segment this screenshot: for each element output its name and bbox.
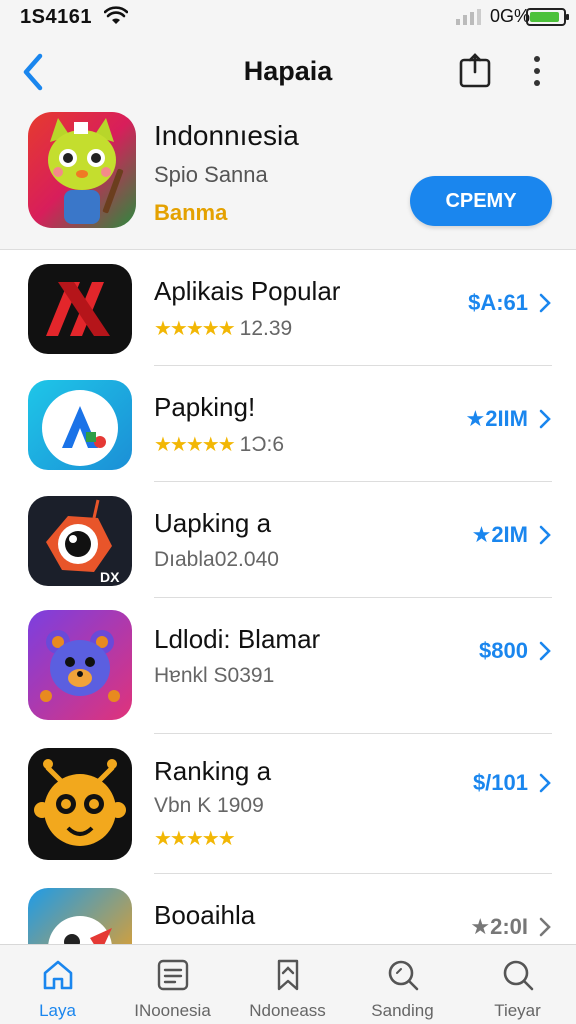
app-rating-count: 12.39 [239, 317, 293, 340]
tab-bookmark[interactable]: Ndoneass [230, 945, 345, 1024]
app-list: Aplikais Popular ★★★★★ 12.39 $A:61 Papkin… [0, 250, 576, 944]
cat-mascot-app-icon [28, 112, 136, 228]
rating-stars: ★★★★★ [154, 434, 236, 456]
chevron-right-icon [539, 773, 551, 793]
get-button[interactable]: CPEMY [410, 176, 552, 226]
list-item[interactable]: DX Uapking a Dıabla02.040 ★2IM [0, 482, 576, 598]
search-icon [388, 960, 419, 991]
battery-level [530, 12, 559, 22]
app-price: ★2:0I [470, 914, 528, 939]
red-x-app-icon [28, 264, 132, 354]
status-time: 1S4161 [20, 6, 92, 28]
search-icon [503, 960, 534, 991]
tab-search[interactable]: Sanding [345, 945, 460, 1024]
bird-app-icon [28, 888, 132, 944]
chevron-right-icon [539, 409, 551, 429]
tab-bar: Laya INoonesia Ndoneass Sanding Tieyar [0, 944, 576, 1024]
app-rating: ★★★★★ 12.39 [154, 316, 292, 341]
app-title: Ldlodi: Blamar [154, 624, 321, 654]
app-subtitle: Dıabla02.040 [154, 548, 279, 571]
wifi-icon [104, 6, 128, 24]
featured-app[interactable]: Indonnıesia Spio Sanna Banma CPEMY [0, 110, 576, 250]
featured-title: Indonnıesia [154, 120, 299, 151]
app-price: ★2IIM [465, 406, 528, 431]
bookmark-icon [277, 959, 299, 991]
app-price: $A:61 [468, 290, 528, 315]
app-title: Uapking a [154, 508, 272, 538]
share-icon[interactable] [458, 52, 492, 88]
signal-icon [456, 9, 481, 25]
app-title: Ranking a [154, 756, 272, 786]
bear-app-icon [28, 610, 132, 720]
app-title: Aplikais Popular [154, 276, 341, 306]
blue-arrow-app-icon [28, 380, 132, 470]
app-title: Booaihla [154, 900, 256, 930]
rating-stars: ★★★★★ [154, 828, 236, 850]
battery-icon [526, 8, 569, 26]
svg-text:DX: DX [100, 569, 120, 585]
tab-home[interactable]: Laya [0, 945, 115, 1024]
tab-label: Tieyar [494, 1001, 541, 1020]
tab-label: Sanding [371, 1001, 434, 1020]
list-item[interactable]: Booaihla ★2:0I [0, 874, 576, 944]
home-icon [43, 960, 73, 990]
chevron-right-icon [539, 293, 551, 313]
featured-category: Banma [154, 200, 228, 225]
list-item[interactable]: Aplikais Popular ★★★★★ 12.39 $A:61 [0, 250, 576, 366]
app-price: ★2IM [471, 522, 528, 547]
tab-list[interactable]: INoonesia [115, 945, 230, 1024]
nav-bar: Hapaia [0, 36, 576, 110]
list-item[interactable]: Ranking a Vbn K 1909 ★★★★★ $/101 [0, 734, 576, 874]
battery-percent: 0G% [490, 6, 531, 26]
app-price: $800 [479, 638, 528, 663]
app-rating: ★★★★★ 1Ɔ:6 [154, 432, 284, 457]
chevron-right-icon [539, 525, 551, 545]
app-subtitle: Hɐnkl S0391 [154, 664, 275, 687]
app-price: $/101 [472, 770, 528, 795]
more-vertical-icon[interactable] [526, 54, 548, 88]
tab-label: Ndoneass [249, 1001, 326, 1020]
camera-creature-app-icon: DX [28, 496, 132, 586]
tab-search-2[interactable]: Tieyar [460, 945, 575, 1024]
chevron-right-icon [539, 641, 551, 661]
list-item[interactable]: Papking! ★★★★★ 1Ɔ:6 ★2IIM [0, 366, 576, 482]
status-bar: 1S4161 0G% [0, 0, 576, 36]
featured-subtitle: Spio Sanna [154, 162, 268, 187]
app-rating-count: 1Ɔ:6 [239, 433, 285, 456]
app-title: Papking! [154, 392, 256, 422]
chevron-right-icon [539, 917, 551, 937]
monkey-app-icon [28, 748, 132, 860]
list-item[interactable]: Ldlodi: Blamar Hɐnkl S0391 $800 [0, 598, 576, 734]
app-subtitle: Vbn K 1909 [154, 794, 264, 817]
tab-label: INoonesia [134, 1001, 211, 1020]
tab-label: Laya [39, 1001, 76, 1020]
rating-stars: ★★★★★ [154, 318, 236, 340]
list-icon [157, 959, 189, 991]
